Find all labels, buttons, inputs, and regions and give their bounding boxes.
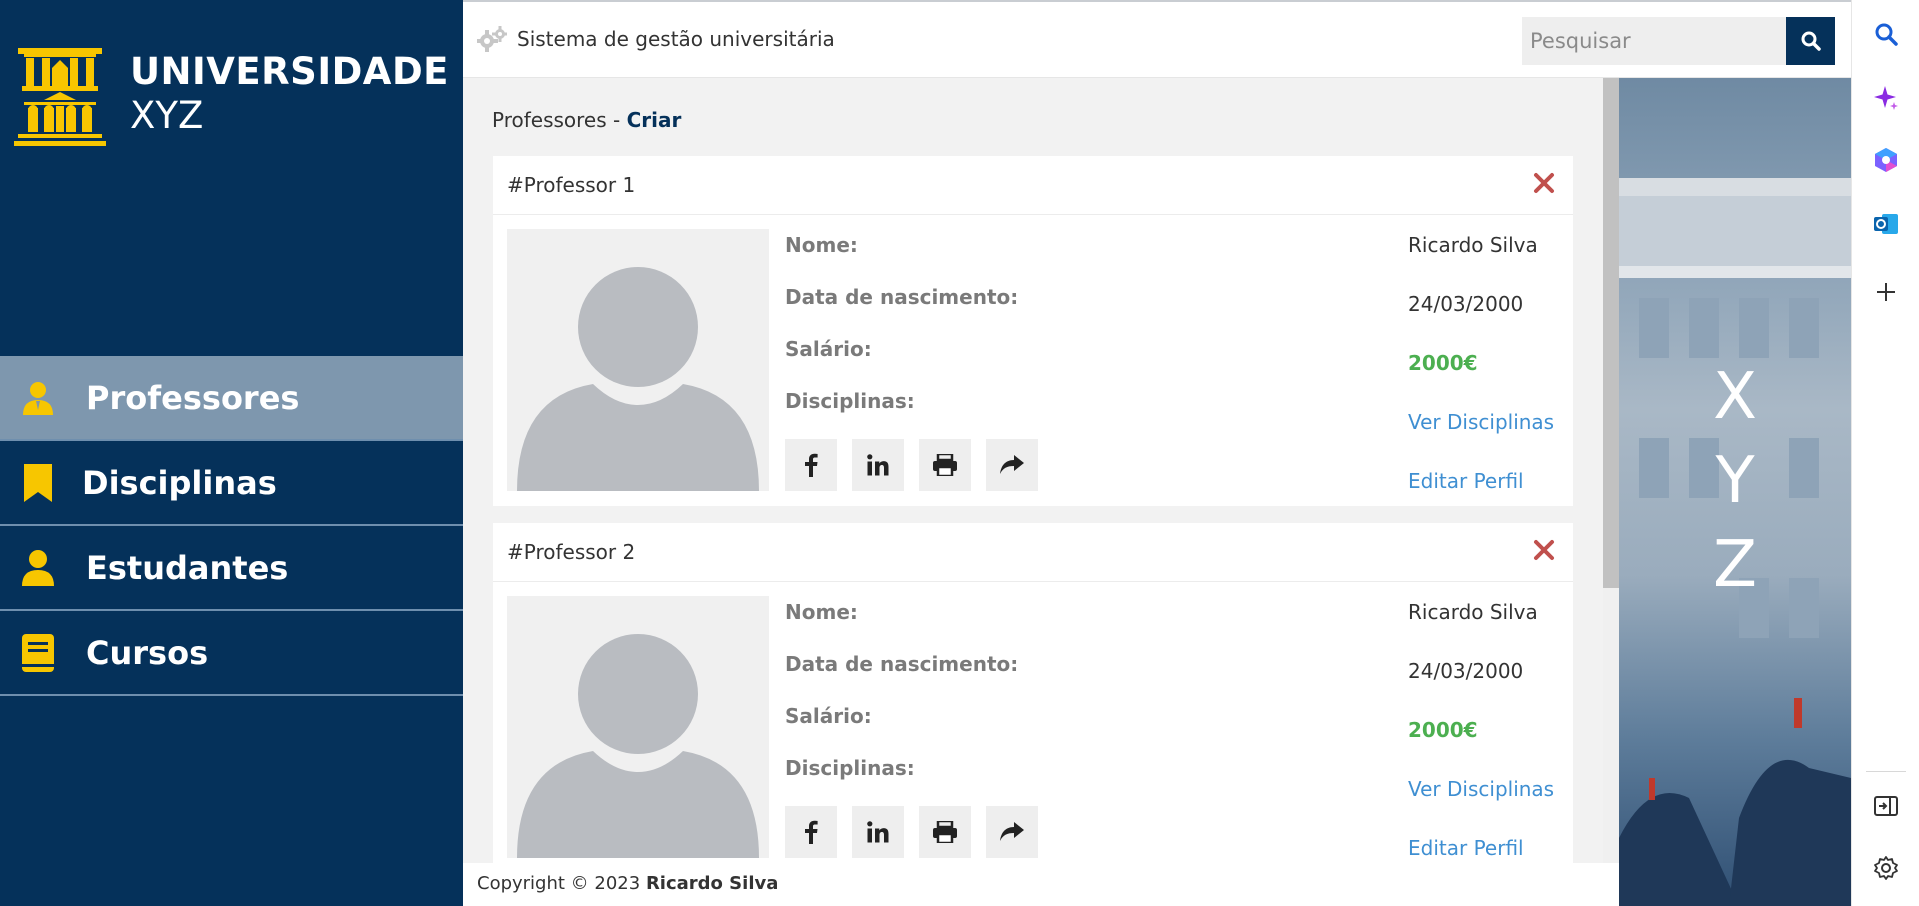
bookmark-icon <box>20 463 56 503</box>
main-content: Professores - Criar #Professor 1 Nome: D… <box>463 78 1603 863</box>
nav-item-disciplinas[interactable]: Disciplinas <box>0 441 463 526</box>
gear-icon <box>1874 856 1898 880</box>
name-label: Nome: <box>785 233 858 257</box>
facebook-button[interactable] <box>785 806 837 858</box>
professor-card: #Professor 1 Nome: Data de nascimento: S… <box>493 156 1573 506</box>
linkedin-button[interactable] <box>852 439 904 491</box>
view-subjects-link[interactable]: Ver Disciplinas <box>1408 410 1554 434</box>
facebook-button[interactable] <box>785 439 837 491</box>
print-button[interactable] <box>919 439 971 491</box>
university-logo-icon <box>14 48 106 146</box>
copyright-author: Ricardo Silva <box>645 873 779 894</box>
search-button[interactable] <box>1786 17 1835 65</box>
panel-toggle-icon <box>1874 796 1898 816</box>
search-icon <box>1801 31 1821 51</box>
salary-value: 2000€ <box>1408 351 1478 375</box>
subjects-label: Disciplinas: <box>785 756 915 780</box>
copyright-prefix: Copyright © 2023 <box>477 873 646 894</box>
close-icon[interactable] <box>1533 539 1555 561</box>
teacher-icon <box>20 378 56 418</box>
photo-letter: Z <box>1713 528 1757 602</box>
name-value: Ricardo Silva <box>1408 233 1538 257</box>
gears-icon <box>477 26 507 52</box>
office-button[interactable] <box>1870 144 1902 176</box>
print-button[interactable] <box>919 806 971 858</box>
edit-profile-link[interactable]: Editar Perfil <box>1408 469 1524 493</box>
hide-sidebar-button[interactable] <box>1870 790 1902 822</box>
share-button[interactable] <box>986 439 1038 491</box>
avatar <box>507 596 769 858</box>
book-icon <box>20 633 56 673</box>
copyright: Copyright © 2023 Ricardo Silva <box>477 873 778 894</box>
birth-label: Data de nascimento: <box>785 652 1019 676</box>
browser-sidebar <box>1851 0 1919 906</box>
facebook-icon <box>805 820 818 844</box>
print-icon <box>933 454 957 476</box>
plus-icon <box>1877 283 1895 301</box>
breadcrumb-current: Criar <box>626 108 682 132</box>
nav-label: Cursos <box>86 633 209 672</box>
footer: Copyright © 2023 Ricardo Silva <box>463 863 1619 906</box>
search-icon <box>1875 23 1898 46</box>
scrollbar-thumb[interactable] <box>1603 78 1619 588</box>
nav-label: Disciplinas <box>82 463 277 502</box>
rail-divider <box>1866 771 1906 772</box>
linkedin-icon <box>867 821 889 843</box>
edit-profile-link[interactable]: Editar Perfil <box>1408 836 1524 860</box>
linkedin-button[interactable] <box>852 806 904 858</box>
card-title: #Professor 2 <box>507 540 636 564</box>
salary-label: Salário: <box>785 704 872 728</box>
settings-button[interactable] <box>1870 852 1902 884</box>
system-title: Sistema de gestão universitária <box>517 27 835 51</box>
breadcrumb-section[interactable]: Professores <box>492 108 607 132</box>
linkedin-icon <box>867 454 889 476</box>
share-button[interactable] <box>986 806 1038 858</box>
header-title: Sistema de gestão universitária <box>477 26 835 52</box>
breadcrumb: Professores - Criar <box>492 108 681 132</box>
campus-photo: X Y Z <box>1619 78 1851 906</box>
brand[interactable]: UNIVERSIDADE XYZ <box>14 48 449 148</box>
nav-item-professores[interactable]: Professores <box>0 356 463 441</box>
search-input[interactable] <box>1522 17 1786 65</box>
photo-letter: X <box>1713 360 1757 434</box>
sidebar: UNIVERSIDADE XYZ Professores Disciplinas… <box>0 0 463 906</box>
top-header: Sistema de gestão universitária <box>463 0 1851 78</box>
facebook-icon <box>805 453 818 477</box>
outlook-icon <box>1874 214 1898 234</box>
nav-label: Professores <box>86 378 300 417</box>
brand-name: UNIVERSIDADE <box>130 50 449 93</box>
share-icon <box>1000 822 1024 841</box>
print-icon <box>933 821 957 843</box>
nav-item-estudantes[interactable]: Estudantes <box>0 526 463 611</box>
avatar <box>507 229 769 491</box>
card-title: #Professor 1 <box>507 173 636 197</box>
nav-label: Estudantes <box>86 548 289 587</box>
salary-value: 2000€ <box>1408 718 1478 742</box>
photo-letter: Y <box>1715 444 1755 518</box>
subjects-label: Disciplinas: <box>785 389 915 413</box>
birth-value: 24/03/2000 <box>1408 292 1524 316</box>
add-button[interactable] <box>1870 276 1902 308</box>
birth-label: Data de nascimento: <box>785 285 1019 309</box>
birth-value: 24/03/2000 <box>1408 659 1524 683</box>
name-value: Ricardo Silva <box>1408 600 1538 624</box>
user-icon <box>20 548 56 588</box>
office-icon <box>1875 148 1897 172</box>
name-label: Nome: <box>785 600 858 624</box>
breadcrumb-separator: - <box>606 108 627 132</box>
close-icon[interactable] <box>1533 172 1555 194</box>
outlook-button[interactable] <box>1870 208 1902 240</box>
share-icon <box>1000 455 1024 474</box>
main-nav: Professores Disciplinas Estudantes Curso… <box>0 356 463 696</box>
view-subjects-link[interactable]: Ver Disciplinas <box>1408 777 1554 801</box>
sparkle-icon <box>1874 86 1898 110</box>
rail-search-button[interactable] <box>1870 18 1902 50</box>
brand-suffix: XYZ <box>130 94 204 137</box>
salary-label: Salário: <box>785 337 872 361</box>
copilot-button[interactable] <box>1870 82 1902 114</box>
professor-card: #Professor 2 Nome: Data de nascimento: S… <box>493 523 1573 863</box>
nav-item-cursos[interactable]: Cursos <box>0 611 463 696</box>
